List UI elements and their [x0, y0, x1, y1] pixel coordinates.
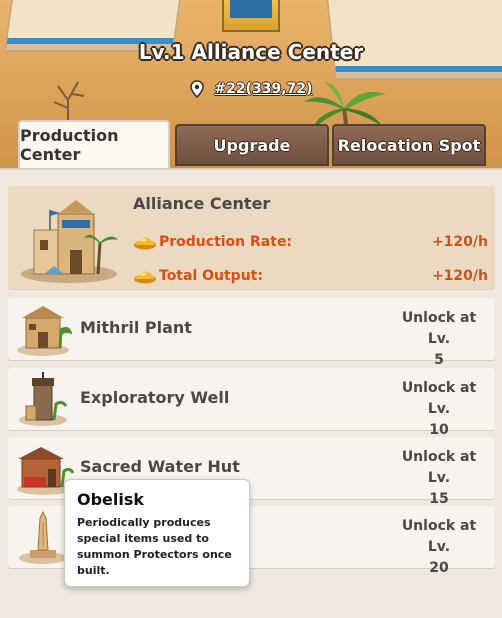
coordinates-link[interactable]: #22(339,72)	[0, 80, 502, 98]
unlock-requirement: Unlock at Lv. 15	[389, 447, 489, 510]
total-output-row: Total Output: +120/h	[133, 265, 488, 287]
header-scene: Lv.1 Alliance Center #22(339,72) Product…	[0, 0, 502, 172]
location-pin-icon	[189, 80, 204, 98]
page-title: Lv.1 Alliance Center	[138, 40, 364, 64]
mithril-plant-icon	[17, 306, 72, 356]
coordinates-text[interactable]: #22(339,72)	[214, 81, 312, 97]
unlock-level: 20	[429, 560, 449, 576]
unlock-requirement: Unlock at Lv. 5	[389, 308, 489, 371]
tab-upgrade[interactable]: Upgrade	[175, 124, 329, 166]
building-row-mithril-plant[interactable]: Mithril Plant Unlock at Lv. 5	[8, 298, 495, 368]
unlock-label: Unlock at Lv.	[401, 310, 477, 347]
building-name: Alliance Center	[133, 194, 271, 213]
unlock-label: Unlock at Lv.	[401, 518, 477, 555]
building-name: Sacred Water Hut	[80, 457, 240, 476]
unlock-label: Unlock at Lv.	[401, 449, 477, 486]
building-name: Exploratory Well	[80, 388, 230, 407]
central-tower	[222, 0, 280, 32]
unlock-requirement: Unlock at Lv. 10	[389, 378, 489, 441]
unlock-requirement: Unlock at Lv. 20	[389, 516, 489, 579]
tooltip-body: Periodically produces special items used…	[77, 516, 232, 577]
building-row-exploratory-well[interactable]: Exploratory Well Unlock at Lv. 10	[8, 368, 495, 438]
tab-relocation-spot[interactable]: Relocation Spot	[332, 124, 486, 166]
production-rate-row: Production Rate: +120/h	[133, 231, 488, 253]
tooltip-title: Obelisk	[77, 490, 145, 509]
stat-value: +120/h	[431, 268, 488, 284]
stat-label: Production Rate:	[159, 234, 293, 250]
alliance-center-card: Alliance Center Production Rate: +120/h …	[8, 186, 495, 289]
gold-pile-icon	[134, 237, 156, 250]
tab-bar: Production Center Upgrade Relocation Spo…	[18, 120, 486, 168]
stat-value: +120/h	[431, 234, 488, 250]
gold-pile-icon	[134, 271, 156, 284]
exploratory-well-icon	[19, 372, 68, 426]
stat-label: Total Output:	[159, 268, 263, 284]
unlock-label: Unlock at Lv.	[401, 380, 477, 417]
alliance-center-icon	[21, 199, 118, 283]
building-tooltip: Obelisk Periodically produces special it…	[64, 479, 250, 587]
building-name: Mithril Plant	[80, 318, 192, 337]
tab-production-center[interactable]: Production Center	[18, 120, 170, 168]
